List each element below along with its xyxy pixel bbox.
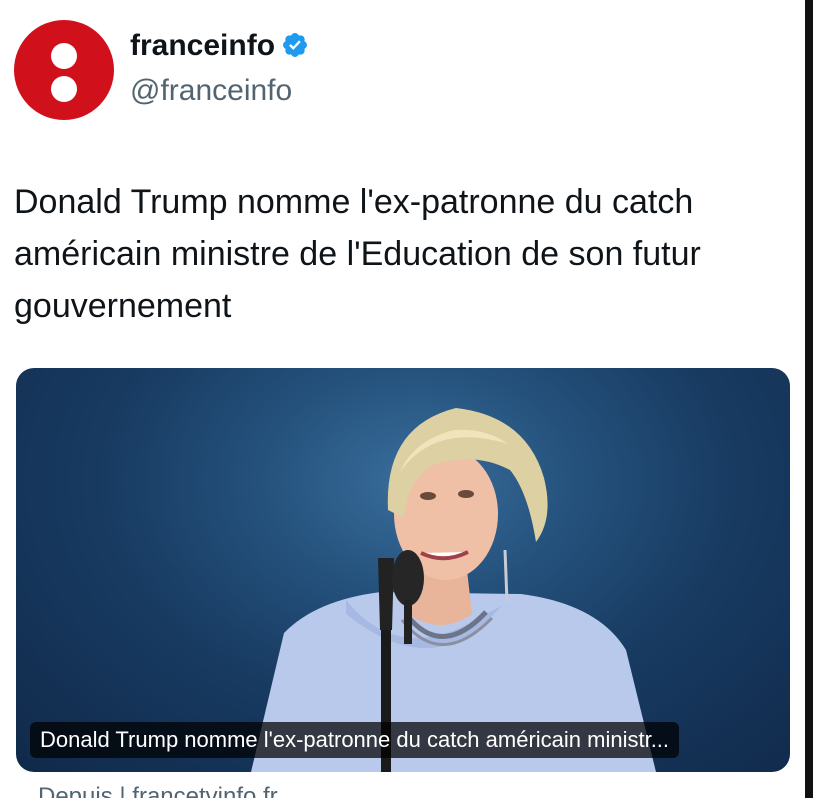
avatar-dot-bottom — [51, 76, 77, 102]
account-name[interactable]: franceinfo — [130, 27, 309, 65]
photo-illustration — [251, 408, 656, 772]
avatar[interactable] — [14, 20, 114, 120]
media-caption: Donald Trump nomme l'ex-patronne du catc… — [30, 722, 680, 758]
verified-badge-icon — [283, 33, 307, 57]
display-name-text: franceinfo — [130, 29, 276, 62]
account-handle[interactable]: @franceinfo — [130, 72, 292, 110]
screen-edge — [805, 0, 813, 798]
tweet-text: Donald Trump nomme l'ex-patronne du catc… — [14, 183, 701, 325]
link-source[interactable]: Depuis | francetvinfo.fr — [38, 782, 278, 798]
avatar-dot-top — [51, 43, 77, 69]
tweet-screen: franceinfo @franceinfo Donald Trump nomm… — [0, 0, 813, 798]
media-image[interactable] — [16, 368, 790, 772]
